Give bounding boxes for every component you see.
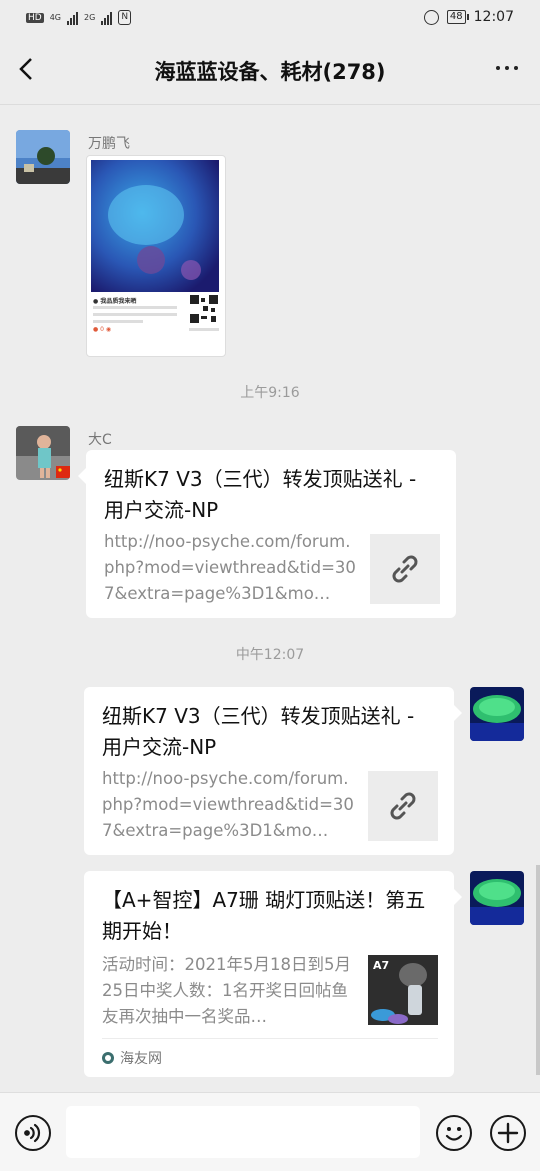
message-input[interactable]: [66, 1106, 420, 1158]
link-url: http://noo-psyche.com/forum.php?mod=view…: [102, 769, 354, 840]
article-thumbnail: A7: [368, 955, 438, 1025]
signal-icon: [67, 11, 78, 25]
link-icon: [392, 555, 418, 583]
link-message[interactable]: 纽斯K7 V3（三代）转发顶贴送礼 - 用户交流-NP http://noo-p…: [84, 687, 462, 855]
article-message[interactable]: 【A+智控】A7珊 瑚灯顶贴送！第五期开始！ 活动时间：2021年5月18日到5…: [84, 871, 462, 1077]
clock: 12:07: [473, 9, 514, 25]
scrollbar[interactable]: [536, 865, 540, 1075]
sim2-label: 2G: [84, 13, 96, 22]
chat-title: 海蓝蓝设备、耗材(278): [154, 60, 386, 84]
source-icon: [102, 1052, 114, 1064]
avatar[interactable]: [470, 871, 524, 925]
nfc-icon: N: [118, 10, 132, 25]
avatar[interactable]: [16, 426, 70, 480]
link-title: 纽斯K7 V3（三代）转发顶贴送礼 - 用户交流-NP: [104, 467, 417, 522]
link-title: 纽斯K7 V3（三代）转发顶贴送礼 - 用户交流-NP: [102, 704, 415, 759]
shared-photo: [91, 160, 219, 292]
card-text-lines: [93, 306, 177, 323]
sender-name: 大C: [88, 432, 112, 448]
alarm-icon: [423, 9, 439, 25]
qr-caption: [189, 328, 219, 331]
source-name: 海友网: [120, 1051, 162, 1067]
qr-code-icon: [189, 294, 219, 324]
link-icon: [390, 792, 416, 820]
article-summary: 活动时间：2021年5月18日到5月25日中奖人数：1名开奖日回帖鱼友再次抽中一…: [102, 955, 351, 1026]
sender-name: 万鹏飞: [88, 136, 130, 152]
image-message[interactable]: ● 我品质我来晒 ● 0 ◉: [86, 155, 226, 357]
timestamp: 中午12:07: [235, 647, 305, 663]
article-source: 海友网: [102, 1038, 438, 1077]
link-thumbnail: [370, 534, 440, 604]
status-bar: HD 4G 2G N 48 12:07: [0, 0, 540, 36]
chevron-left-icon[interactable]: [14, 54, 40, 84]
voice-icon[interactable]: [15, 1115, 51, 1151]
input-bar: [0, 1092, 540, 1171]
thumb-label: A7: [373, 959, 390, 972]
emoji-icon[interactable]: [436, 1115, 472, 1151]
sim1-label: 4G: [49, 13, 61, 22]
more-dots-icon[interactable]: [496, 66, 518, 70]
link-message[interactable]: 纽斯K7 V3（三代）转发顶贴送礼 - 用户交流-NP http://noo-p…: [78, 450, 456, 618]
link-thumbnail: [368, 771, 438, 841]
card-heading: ● 我品质我来晒: [93, 298, 137, 305]
hd-badge: HD: [26, 12, 44, 23]
article-title: 【A+智控】A7珊 瑚灯顶贴送！第五期开始！: [102, 888, 426, 943]
signal-icon-2: [101, 11, 113, 25]
timestamp: 上午9:16: [240, 385, 300, 401]
battery-icon: 48: [446, 10, 469, 24]
avatar[interactable]: [16, 130, 70, 184]
add-icon[interactable]: [490, 1115, 526, 1151]
avatar[interactable]: [470, 687, 524, 741]
link-url: http://noo-psyche.com/forum.php?mod=view…: [104, 532, 356, 603]
chat-header: 海蓝蓝设备、耗材(278): [0, 36, 540, 105]
card-tag: ● 0 ◉: [93, 326, 112, 333]
